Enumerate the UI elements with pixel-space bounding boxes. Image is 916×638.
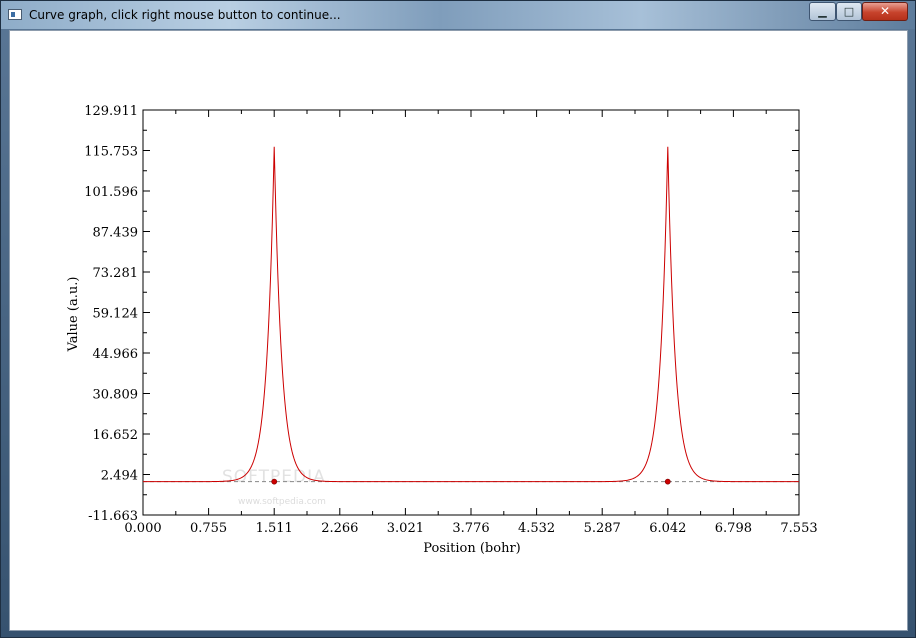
y-tick-label: 2.494 xyxy=(101,469,138,484)
x-tick-label: 1.511 xyxy=(256,521,293,536)
graph-canvas[interactable]: SOFTPEDIA www.softpedia.com 0.000 0.755 1.… xyxy=(9,30,908,631)
x-tick-label: 3.021 xyxy=(387,521,424,536)
application-window: Curve graph, click right mouse button to… xyxy=(0,0,916,638)
position-marker xyxy=(664,478,671,485)
plot-frame xyxy=(142,109,800,516)
y-tick-label: 16.652 xyxy=(93,428,139,443)
y-tick-label: 129.911 xyxy=(84,104,138,119)
y-tick-label: 30.809 xyxy=(93,388,139,403)
y-tick-label: 73.281 xyxy=(93,266,139,281)
x-tick-label: 5.287 xyxy=(584,521,621,536)
x-tick-label: 4.532 xyxy=(518,521,555,536)
y-axis-label: Value (a.u.) xyxy=(66,277,81,353)
minimize-button[interactable]: ▁ xyxy=(809,2,836,21)
x-tick-label: 7.553 xyxy=(780,521,817,536)
app-icon[interactable] xyxy=(8,9,22,20)
axes: 0.000 0.755 1.511 2.266 3.021 3.776 4.532 5.287… xyxy=(84,104,817,536)
y-tick-label: 115.753 xyxy=(84,145,138,160)
close-button[interactable]: ✕ xyxy=(862,2,908,21)
curve-layer xyxy=(143,146,799,485)
x-tick-label: 2.266 xyxy=(321,521,358,536)
title-bar[interactable]: Curve graph, click right mouse button to… xyxy=(1,1,915,29)
data-curve xyxy=(143,146,799,483)
x-tick-label: 3.776 xyxy=(452,521,489,536)
x-tick-label: 6.042 xyxy=(649,521,686,536)
y-tick-label: -11.663 xyxy=(88,509,138,524)
y-tick-label: 101.596 xyxy=(84,185,138,200)
curve-graph: SOFTPEDIA www.softpedia.com 0.000 0.755 1.… xyxy=(66,104,818,556)
x-tick-label: 0.755 xyxy=(190,521,227,536)
y-tick-label: 44.966 xyxy=(93,347,139,362)
watermark-url: www.softpedia.com xyxy=(238,497,326,507)
y-tick-label: 59.124 xyxy=(93,307,139,322)
x-axis-label: Position (bohr) xyxy=(423,541,520,556)
y-tick-label: 87.439 xyxy=(93,226,139,241)
x-tick-label: 6.798 xyxy=(715,521,752,536)
position-marker xyxy=(271,478,278,485)
window-title: Curve graph, click right mouse button to… xyxy=(29,8,341,22)
maximize-button[interactable]: □ xyxy=(836,2,862,21)
softpedia-watermark: SOFTPEDIA www.softpedia.com xyxy=(222,467,326,507)
